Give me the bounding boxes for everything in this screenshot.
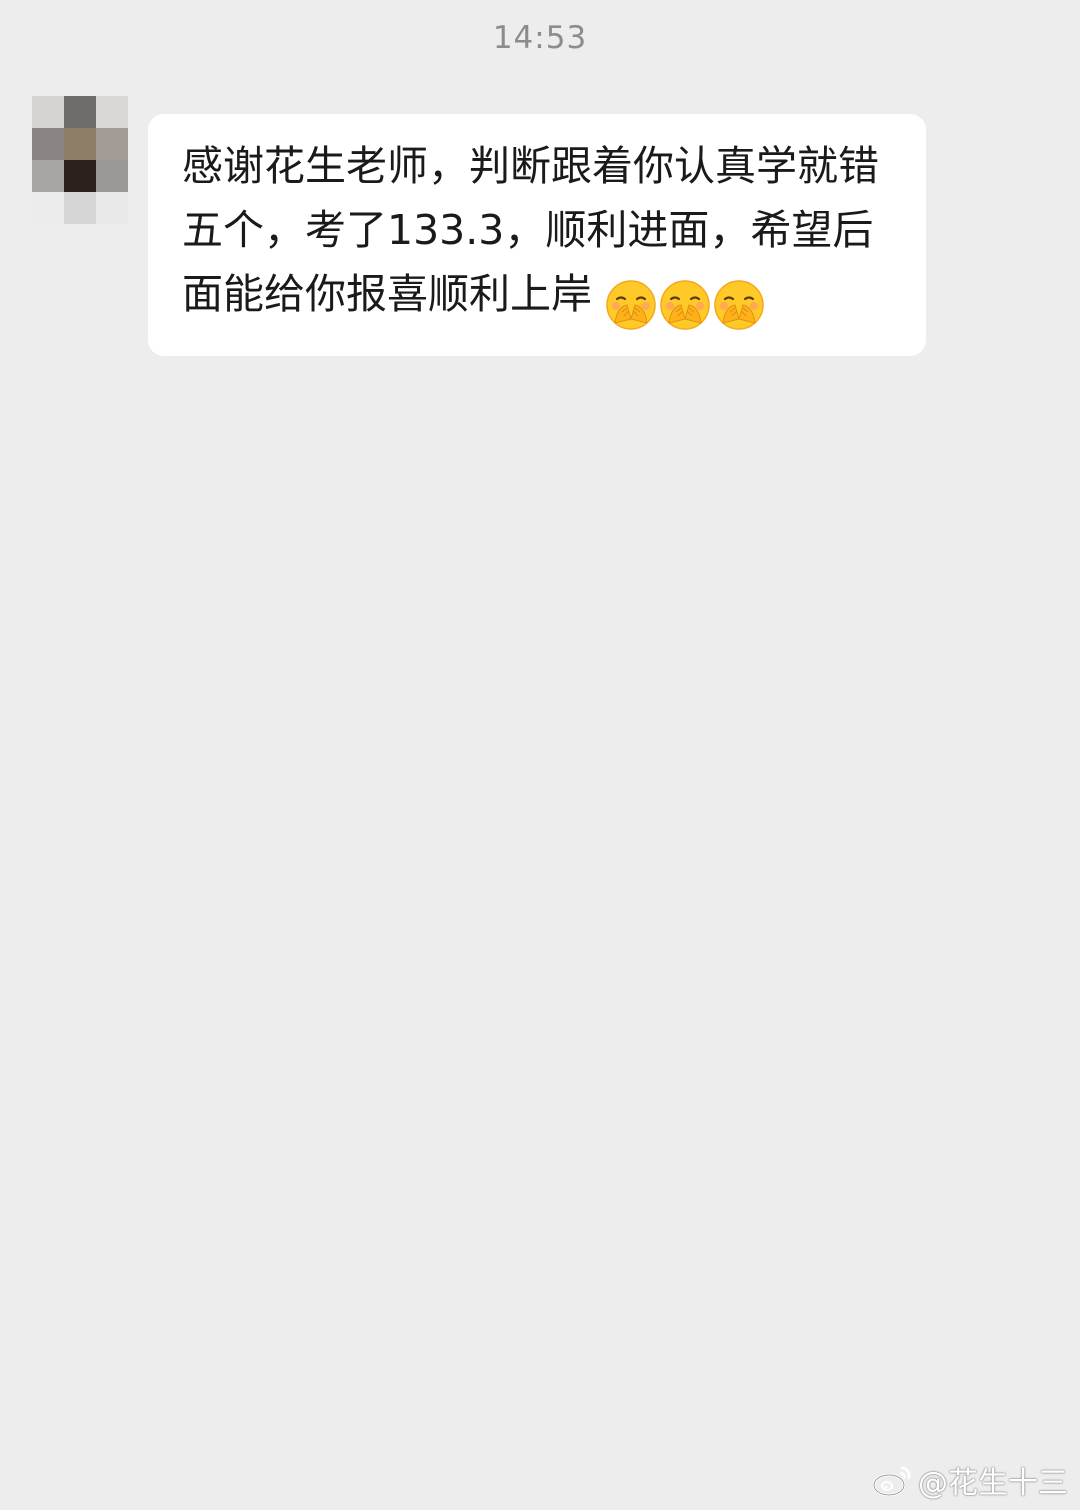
avatar[interactable] (32, 96, 128, 224)
face-with-hands-over-mouth-emoji (660, 280, 710, 330)
message-text: 感谢花生老师，判断跟着你认真学就错五个，考了133.3，顺利进面，希望后面能给你… (182, 142, 879, 318)
watermark: @花生十三 (872, 1458, 1068, 1502)
weibo-logo-icon (872, 1466, 911, 1497)
face-with-hands-over-mouth-emoji (606, 280, 656, 330)
watermark-handle: @花生十三 (918, 1466, 1068, 1501)
timestamp: 14:53 (492, 20, 588, 56)
face-with-hands-over-mouth-emoji (714, 280, 764, 330)
message-bubble[interactable]: 感谢花生老师，判断跟着你认真学就错五个，考了133.3，顺利进面，希望后面能给你… (148, 114, 926, 356)
emoji-group (592, 278, 767, 330)
